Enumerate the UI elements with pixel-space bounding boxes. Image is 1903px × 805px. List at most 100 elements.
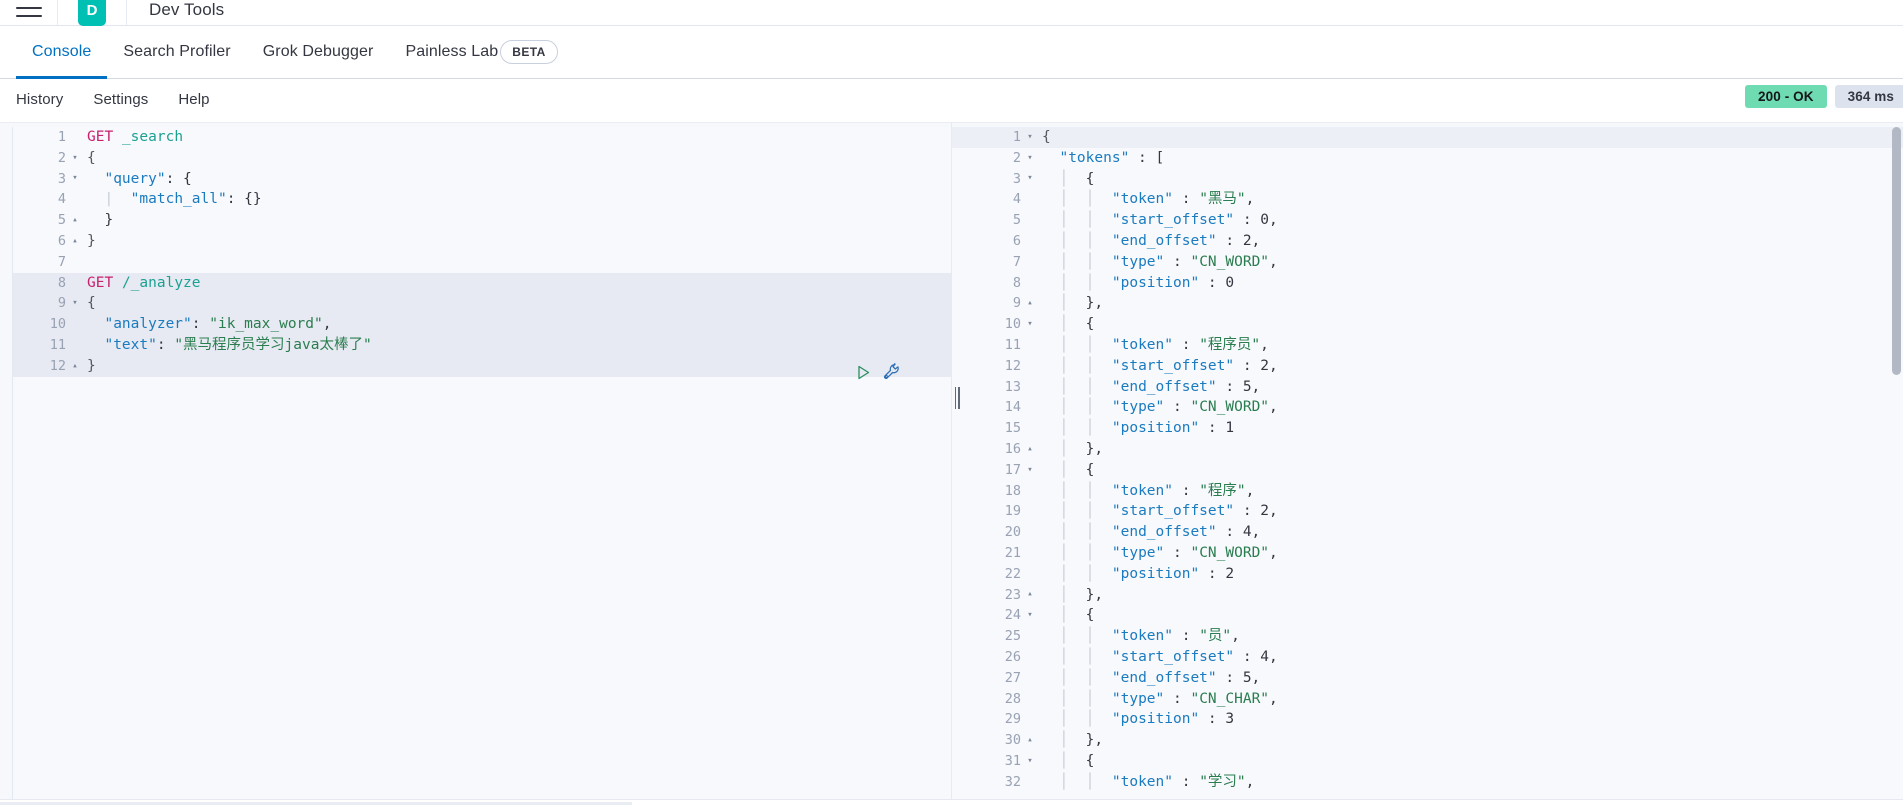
- code-line[interactable]: 12 ▴}: [13, 355, 952, 377]
- wrench-icon[interactable]: [883, 363, 901, 381]
- code-line[interactable]: 23 ▴ │ },: [952, 585, 1903, 606]
- settings-button[interactable]: Settings: [93, 91, 148, 108]
- code-line[interactable]: 1 GET _search: [13, 127, 952, 148]
- fold-toggle-icon[interactable]: ▾: [69, 299, 81, 308]
- code-line[interactable]: 8 │ │ "position" : 0: [952, 273, 1903, 294]
- code-text: │ {: [1059, 752, 1095, 769]
- request-pane[interactable]: 1 GET _search 2 ▾{3 ▾ "query": {4 | "match_a…: [0, 123, 952, 805]
- line-number: 7: [57, 253, 66, 270]
- tab-search-profiler[interactable]: Search Profiler: [107, 26, 246, 78]
- line-number: 23: [1004, 586, 1021, 603]
- line-number: 14: [1004, 399, 1021, 416]
- code-line[interactable]: 32 │ │ "token" : "学习",: [952, 772, 1903, 793]
- code-line[interactable]: 22 │ │ "position" : 2: [952, 564, 1903, 585]
- code-line[interactable]: 1 ▾ {: [952, 127, 1903, 148]
- fold-toggle-icon[interactable]: ▾: [1024, 756, 1036, 766]
- code-text: │ │ "start_offset" : 0,: [1059, 212, 1278, 229]
- code-line[interactable]: 15 │ │ "position" : 1: [952, 418, 1903, 439]
- code-line[interactable]: 2 ▾ {: [13, 148, 952, 169]
- code-line[interactable]: 5 │ │ "start_offset" : 0,: [952, 210, 1903, 231]
- line-number: 10: [49, 316, 66, 333]
- fold-toggle-icon[interactable]: ▾: [1024, 320, 1036, 329]
- line-number: 31: [1004, 752, 1021, 769]
- response-pane[interactable]: 1 ▾{2 ▾ "tokens" : [3 ▾ │ {4 │ │ "token" : …: [952, 123, 1903, 805]
- code-line[interactable]: 17 ▾ │ {: [952, 460, 1903, 481]
- code-text: │ │ "token" : "程序员",: [1059, 336, 1269, 353]
- pane-resize-handle[interactable]: [952, 378, 962, 418]
- line-number: 15: [1004, 420, 1021, 437]
- code-line[interactable]: 6 ▴}: [13, 231, 952, 252]
- response-editor[interactable]: 1 ▾{2 ▾ "tokens" : [3 ▾ │ {4 │ │ "token" : …: [952, 127, 1903, 805]
- fold-toggle-icon[interactable]: ▴: [69, 361, 81, 371]
- code-line[interactable]: 4 │ │ "token" : "黑马",: [952, 189, 1903, 210]
- code-text: │ │ "type" : "CN_WORD",: [1059, 253, 1278, 270]
- code-line[interactable]: 5 ▴ }: [13, 210, 952, 231]
- code-text: │ │ "end_offset" : 2,: [1059, 232, 1261, 249]
- code-line[interactable]: 14 │ │ "type" : "CN_WORD",: [952, 397, 1903, 418]
- code-line[interactable]: 21 │ │ "type" : "CN_WORD",: [952, 543, 1903, 564]
- beta-badge: BETA: [500, 39, 558, 64]
- response-scrollbar[interactable]: [1892, 127, 1901, 375]
- code-line[interactable]: 29 │ │ "position" : 3: [952, 709, 1903, 730]
- fold-toggle-icon[interactable]: ▾: [1024, 174, 1036, 183]
- fold-toggle-icon[interactable]: ▾: [1024, 132, 1036, 142]
- code-text: │ │ "type" : "CN_WORD",: [1059, 544, 1278, 561]
- code-line[interactable]: 4 | "match_all": {}: [13, 189, 952, 210]
- fold-toggle-icon[interactable]: ▴: [69, 216, 81, 225]
- code-line[interactable]: 31 ▾ │ {: [952, 751, 1903, 772]
- code-text: }: [87, 232, 96, 249]
- code-line[interactable]: 26 │ │ "start_offset" : 4,: [952, 647, 1903, 668]
- code-line[interactable]: 7 │ │ "type" : "CN_WORD",: [952, 252, 1903, 273]
- play-icon[interactable]: [855, 364, 872, 381]
- code-line[interactable]: 18 │ │ "token" : "程序",: [952, 481, 1903, 502]
- code-line[interactable]: 10 "analyzer": "ik_max_word",: [13, 314, 952, 335]
- code-text: │ },: [1059, 295, 1104, 312]
- code-line[interactable]: 24 ▾ │ {: [952, 605, 1903, 626]
- code-text: │ │ "token" : "员",: [1059, 628, 1240, 645]
- code-line[interactable]: 30 ▴ │ },: [952, 730, 1903, 751]
- code-line[interactable]: 9 ▾ {: [13, 293, 952, 315]
- history-button[interactable]: History: [16, 91, 63, 108]
- help-button[interactable]: Help: [178, 91, 209, 108]
- code-line[interactable]: 6 │ │ "end_offset" : 2,: [952, 231, 1903, 252]
- fold-toggle-icon[interactable]: ▾: [1024, 611, 1036, 620]
- fold-toggle-icon[interactable]: ▾: [69, 153, 81, 163]
- fold-toggle-icon[interactable]: ▾: [1024, 465, 1036, 475]
- code-line[interactable]: 8 GET /_analyze: [13, 272, 952, 294]
- tab-painless-lab[interactable]: Painless Lab BETA: [389, 26, 573, 78]
- fold-toggle-icon[interactable]: ▴: [1024, 299, 1036, 308]
- code-text: │ {: [1059, 461, 1095, 478]
- code-line[interactable]: 11 │ │ "token" : "程序员",: [952, 335, 1903, 356]
- code-line[interactable]: 2 ▾ "tokens" : [: [952, 148, 1903, 169]
- tab-console-label: Console: [32, 43, 92, 60]
- code-line[interactable]: 9 ▴ │ },: [952, 293, 1903, 314]
- code-line[interactable]: 25 │ │ "token" : "员",: [952, 626, 1903, 647]
- app-logo[interactable]: D: [58, 0, 127, 26]
- code-line[interactable]: 27 │ │ "end_offset" : 5,: [952, 668, 1903, 689]
- code-line[interactable]: 3 ▾ │ {: [952, 169, 1903, 190]
- fold-toggle-icon[interactable]: ▾: [69, 174, 81, 183]
- code-line[interactable]: 28 │ │ "type" : "CN_CHAR",: [952, 689, 1903, 710]
- fold-toggle-icon[interactable]: ▴: [1024, 590, 1036, 599]
- line-number: 24: [1004, 607, 1021, 624]
- code-line[interactable]: 16 ▴ │ },: [952, 439, 1903, 460]
- code-line[interactable]: 10 ▾ │ {: [952, 314, 1903, 335]
- code-line[interactable]: 19 │ │ "start_offset" : 2,: [952, 501, 1903, 522]
- line-number: 11: [1004, 336, 1021, 353]
- request-editor[interactable]: 1 GET _search 2 ▾{3 ▾ "query": {4 | "match_a…: [12, 127, 952, 805]
- code-line[interactable]: 3 ▾ "query": {: [13, 169, 952, 190]
- code-line[interactable]: 12 │ │ "start_offset" : 2,: [952, 356, 1903, 377]
- tab-grok-debugger[interactable]: Grok Debugger: [247, 26, 390, 78]
- line-number: 17: [1004, 461, 1021, 478]
- code-line[interactable]: 11 "text": "黑马程序员学习java太棒了": [13, 334, 952, 356]
- fold-toggle-icon[interactable]: ▴: [1024, 444, 1036, 454]
- code-line[interactable]: 13 │ │ "end_offset" : 5,: [952, 377, 1903, 398]
- tab-console[interactable]: Console: [16, 26, 108, 79]
- code-text: │ },: [1059, 732, 1104, 749]
- code-line[interactable]: 7: [13, 252, 952, 273]
- fold-toggle-icon[interactable]: ▴: [69, 236, 81, 246]
- fold-toggle-icon[interactable]: ▾: [1024, 153, 1036, 163]
- nav-menu-button[interactable]: [0, 0, 58, 25]
- fold-toggle-icon[interactable]: ▴: [1024, 736, 1036, 745]
- code-line[interactable]: 20 │ │ "end_offset" : 4,: [952, 522, 1903, 543]
